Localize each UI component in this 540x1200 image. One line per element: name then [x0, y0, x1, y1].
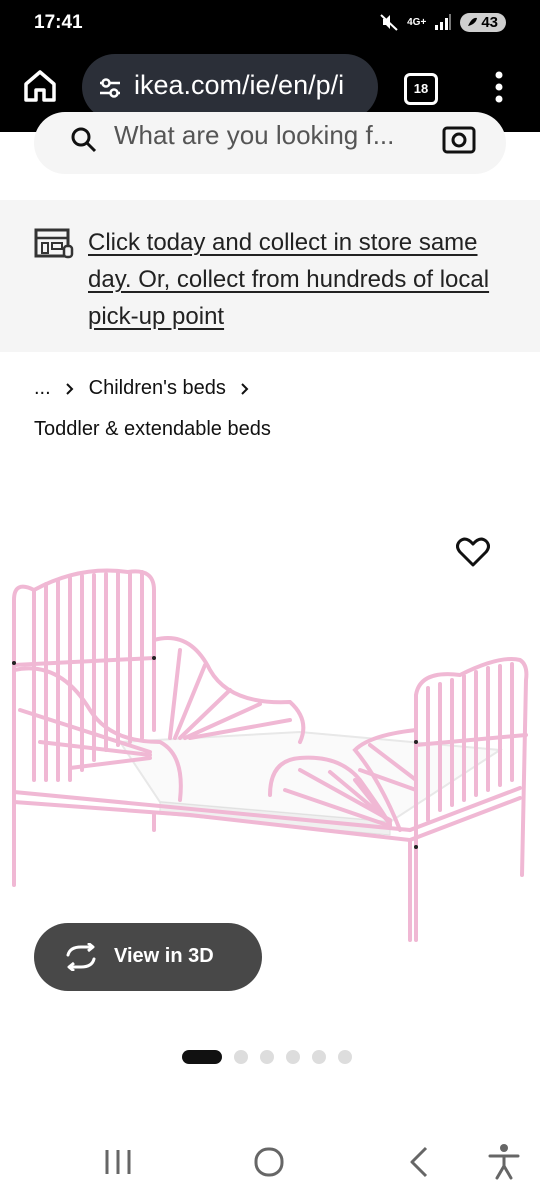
accessibility-icon[interactable] [484, 1142, 524, 1182]
breadcrumb-current[interactable]: Toddler & extendable beds [34, 418, 271, 441]
camera-icon[interactable] [442, 122, 476, 156]
chevron-right-icon [241, 382, 249, 395]
tabs-button[interactable]: 18 [404, 73, 438, 105]
address-bar[interactable]: ikea.com/ie/en/p/i [82, 54, 378, 120]
carousel-dot[interactable] [234, 1050, 248, 1064]
carousel-dot[interactable] [312, 1050, 326, 1064]
click-collect-banner: Click today and collect in store same da… [0, 200, 540, 352]
chevron-right-icon [65, 382, 74, 395]
status-icons: 4G+ 43 [379, 12, 506, 32]
status-time: 17:41 [34, 12, 83, 33]
home-nav-icon[interactable] [249, 1142, 289, 1182]
click-collect-link[interactable]: Click today and collect in store same da… [88, 224, 518, 335]
tune-icon[interactable] [96, 74, 124, 102]
rotate-3d-icon [66, 943, 96, 971]
carousel-dot[interactable] [260, 1050, 274, 1064]
system-nav-bar [0, 1126, 540, 1200]
battery-indicator: 43 [460, 12, 506, 32]
url-text: ikea.com/ie/en/p/i [134, 70, 345, 100]
status-bar: 17:41 4G+ 43 [0, 0, 540, 46]
store-icon [34, 228, 74, 259]
image-carousel-dots [182, 1050, 352, 1064]
carousel-dot[interactable] [286, 1050, 300, 1064]
carousel-dot[interactable] [338, 1050, 352, 1064]
search-input[interactable]: What are you looking f... [34, 112, 506, 174]
view-in-3d-button[interactable]: View in 3D [34, 923, 262, 991]
home-icon[interactable] [20, 66, 60, 106]
back-icon[interactable] [400, 1142, 440, 1182]
carousel-dot-active[interactable] [182, 1050, 222, 1064]
more-vert-icon[interactable] [490, 70, 508, 104]
battery-saver-icon [468, 17, 478, 26]
view-in-3d-label: View in 3D [114, 945, 214, 967]
recents-icon[interactable] [98, 1142, 138, 1182]
heart-icon[interactable] [456, 536, 490, 568]
search-placeholder: What are you looking f... [114, 120, 395, 150]
breadcrumb-ellipsis[interactable]: ... [34, 377, 51, 400]
breadcrumb: ... Children's beds [34, 377, 250, 400]
breadcrumb-childrens-beds[interactable]: Children's beds [89, 377, 226, 400]
network-type: 4G+ [407, 16, 427, 28]
mute-icon [380, 14, 398, 31]
battery-level: 43 [481, 13, 498, 31]
signal-icon [435, 14, 452, 30]
search-icon [71, 127, 97, 153]
